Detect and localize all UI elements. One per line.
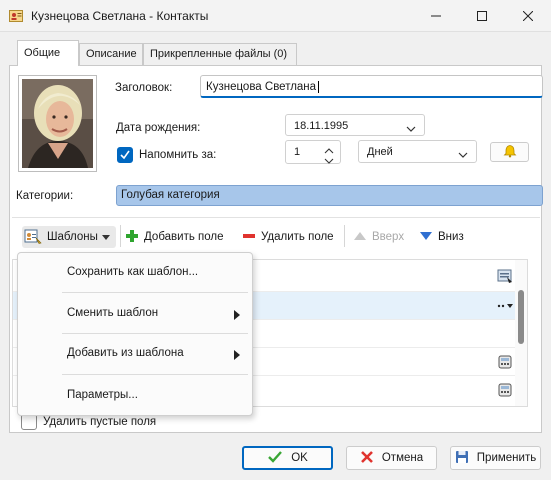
delete-empty-checkbox[interactable] [21, 414, 37, 430]
template-icon [24, 228, 47, 247]
heading-input[interactable]: Кузнецова Светлана [200, 75, 543, 98]
spin-down-icon[interactable] [324, 155, 334, 164]
category-value: Голубая категория [121, 189, 220, 201]
remind-unit-value: Дней [367, 146, 393, 158]
phone-icon[interactable] [497, 382, 513, 401]
minus-icon [242, 229, 261, 246]
toolbar-separator [120, 225, 121, 247]
menu-separator [62, 292, 248, 293]
remind-unit-select[interactable]: Дней [358, 140, 477, 163]
menu-separator [62, 333, 248, 334]
floppy-disk-icon [455, 450, 477, 467]
menu-separator [62, 374, 248, 375]
contact-photo[interactable] [18, 75, 97, 172]
ok-button[interactable]: OK [242, 446, 333, 470]
tab-attached-files[interactable]: Прикрепленные файлы (0) [143, 43, 297, 65]
arrow-down-icon [419, 231, 438, 244]
chevron-down-icon [458, 149, 468, 161]
arrow-up-icon [353, 231, 372, 244]
menu-item-save-as-template[interactable]: Сохранить как шаблон... [18, 260, 252, 288]
delete-field-button[interactable]: Удалить поле [242, 227, 334, 247]
remind-checkbox[interactable] [117, 147, 133, 163]
submenu-arrow-icon [234, 350, 240, 363]
cancel-button[interactable]: Отмена [346, 446, 437, 470]
chevron-down-icon [406, 123, 416, 135]
cancel-label: Отмена [381, 452, 424, 464]
templates-button[interactable]: Шаблоны [22, 226, 116, 248]
plus-icon [125, 229, 144, 246]
templates-label: Шаблоны [47, 231, 98, 243]
menu-item-label: Параметры... [67, 389, 138, 401]
tab-general[interactable]: Общие [17, 40, 79, 66]
submenu-arrow-icon [234, 310, 240, 323]
menu-item-add-from-template[interactable]: Добавить из шаблона [18, 341, 252, 369]
delete-empty-label: Удалить пустые поля [43, 416, 157, 428]
maximize-button[interactable] [459, 0, 505, 31]
toolbar-separator [344, 225, 345, 247]
menu-item-label: Сменить шаблон [67, 307, 159, 319]
close-icon [523, 10, 533, 21]
window-title: Кузнецова Светлана - Контакты [31, 9, 209, 23]
remind-count-value: 1 [294, 146, 301, 158]
title-bar: Кузнецова Светлана - Контакты [0, 0, 551, 32]
red-x-icon [360, 450, 382, 467]
birthdate-label: Дата рождения: [116, 122, 201, 134]
apply-label: Применить [476, 452, 537, 464]
menu-item-change-template[interactable]: Сменить шаблон [18, 301, 252, 329]
tab-description[interactable]: Описание [79, 43, 143, 65]
add-field-label: Добавить поле [144, 231, 224, 243]
contact-card-icon [9, 9, 23, 23]
bell-icon [503, 144, 517, 161]
more-options-icon[interactable] [497, 300, 513, 314]
move-down-label: Вниз [438, 231, 464, 243]
maximize-icon [477, 10, 487, 21]
move-up-label: Вверх [372, 231, 405, 243]
minimize-button[interactable] [413, 0, 459, 31]
scrollbar-thumb[interactable] [518, 290, 524, 344]
delete-field-label: Удалить поле [261, 231, 334, 243]
checkmark-icon [267, 450, 291, 467]
category-field[interactable]: Голубая категория [116, 185, 543, 206]
divider [12, 217, 540, 218]
apply-button[interactable]: Применить [450, 446, 541, 470]
move-up-button[interactable]: Вверх [353, 227, 404, 247]
birthdate-value: 18.11.1995 [294, 120, 349, 132]
ok-label: OK [291, 452, 308, 464]
spin-up-icon[interactable] [324, 145, 334, 154]
move-down-button[interactable]: Вниз [419, 227, 464, 247]
templates-menu: Сохранить как шаблон... Сменить шаблон Д… [17, 252, 253, 416]
remind-label: Напомнить за: [139, 149, 217, 161]
minimize-icon [431, 11, 441, 21]
close-button[interactable] [505, 0, 551, 31]
card-edit-icon[interactable] [497, 268, 513, 287]
birthdate-picker[interactable]: 18.11.1995 [285, 114, 425, 136]
dropdown-arrow-icon [101, 231, 115, 243]
remind-count-spinner[interactable]: 1 [285, 140, 341, 164]
menu-item-label: Добавить из шаблона [67, 347, 184, 359]
grid-scrollbar[interactable] [515, 260, 527, 406]
categories-label: Категории: [16, 190, 74, 202]
heading-label: Заголовок: [115, 82, 173, 94]
add-field-button[interactable]: Добавить поле [125, 227, 224, 247]
heading-value: Кузнецова Светлана [206, 81, 317, 93]
reminder-bell-button[interactable] [490, 142, 529, 162]
phone-icon[interactable] [497, 354, 513, 373]
menu-item-label: Сохранить как шаблон... [67, 266, 199, 278]
menu-item-parameters[interactable]: Параметры... [18, 383, 252, 411]
